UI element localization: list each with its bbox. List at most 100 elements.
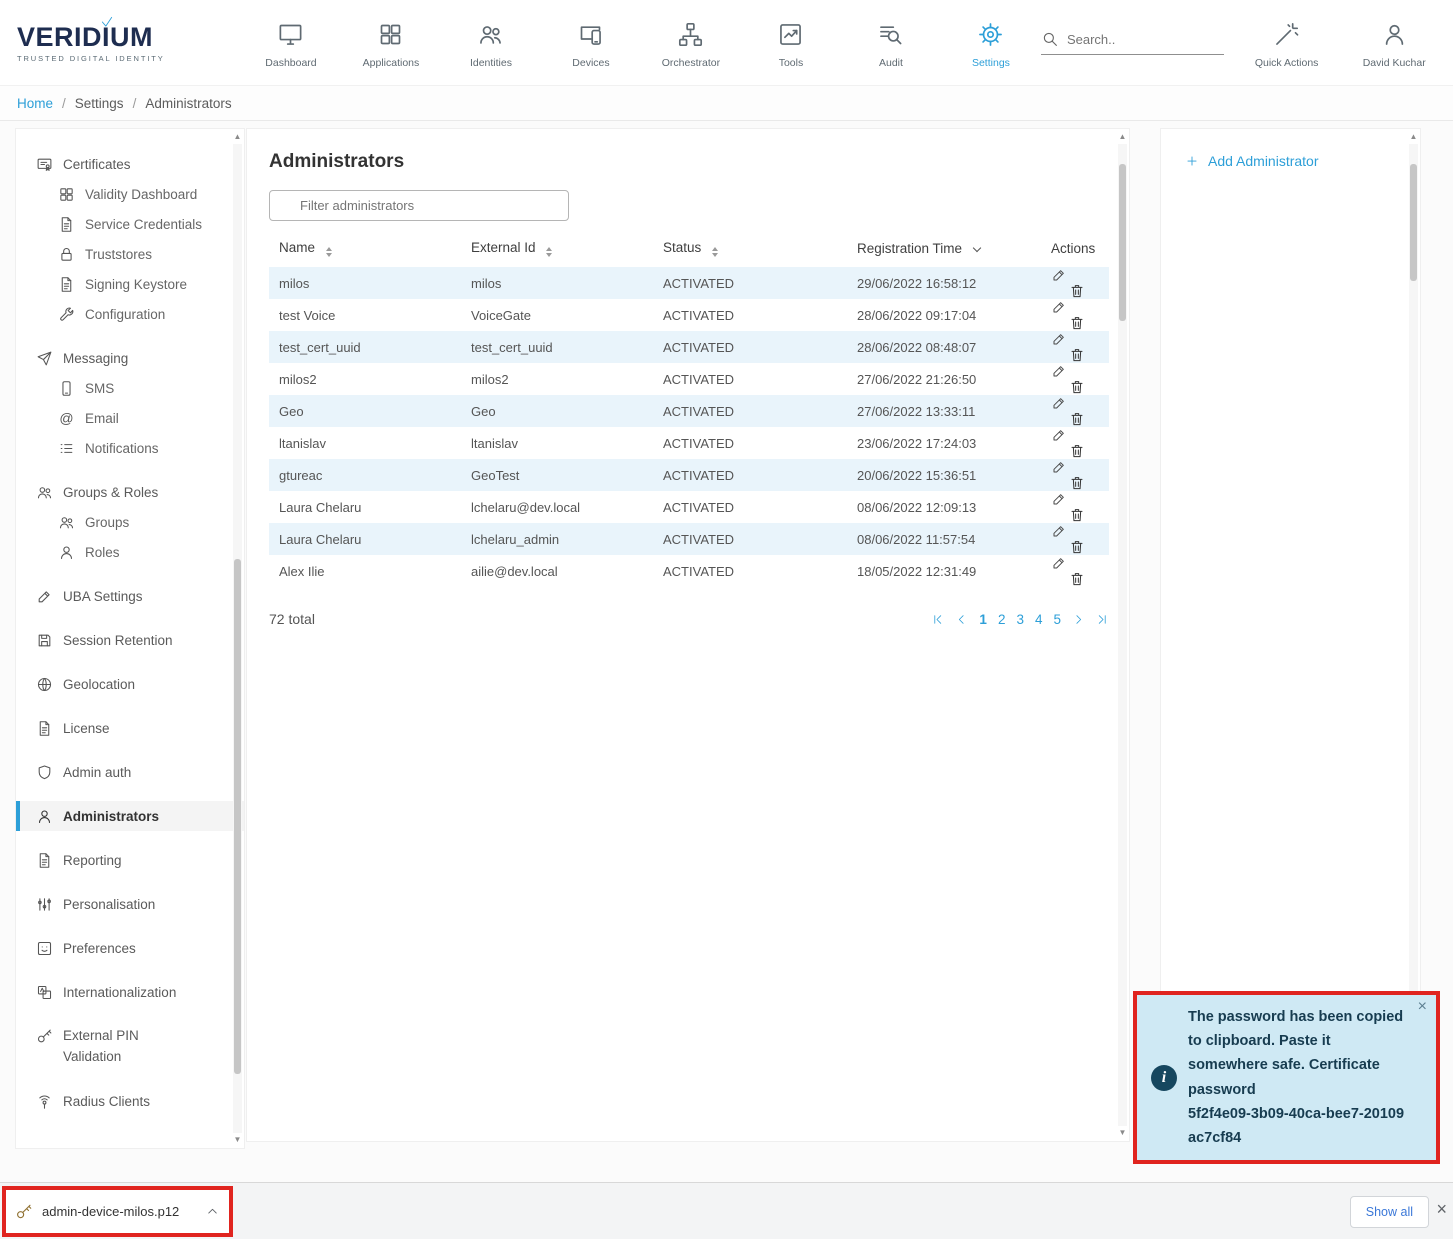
sidebar-item-radius-clients[interactable]: Radius Clients (16, 1087, 244, 1117)
sidebar-item-service-credentials[interactable]: Service Credentials (16, 209, 244, 239)
nav-item-tools[interactable]: Tools (741, 17, 841, 69)
scrollbar-thumb[interactable] (234, 559, 241, 1073)
scroll-up-icon[interactable]: ▲ (234, 132, 242, 142)
column-header-external-id[interactable]: External Id (461, 234, 653, 267)
scrollbar-track[interactable] (1118, 144, 1127, 1126)
user-menu[interactable]: David Kuchar (1349, 17, 1439, 69)
sidebar-item-internationalization[interactable]: Internationalization (16, 977, 244, 1007)
table-row[interactable]: Geo Geo ACTIVATED 27/06/2022 13:33:11 (269, 395, 1109, 427)
delete-trash-icon[interactable] (1069, 379, 1085, 395)
sidebar-scrollbar[interactable]: ▲ ▼ (232, 132, 243, 1145)
edit-pencil-icon[interactable] (1051, 427, 1067, 443)
nav-item-devices[interactable]: Devices (541, 17, 641, 69)
delete-trash-icon[interactable] (1069, 475, 1085, 491)
downloaded-file-chip[interactable]: admin-device-milos.p12 (2, 1186, 233, 1237)
breadcrumb-home[interactable]: Home (17, 96, 53, 111)
delete-trash-icon[interactable] (1069, 347, 1085, 363)
edit-pencil-icon[interactable] (1051, 395, 1067, 411)
sidebar-item-admin-auth[interactable]: Admin auth (16, 757, 244, 787)
sidebar-item-messaging[interactable]: Messaging (16, 343, 244, 373)
sidebar-item-email[interactable]: @ Email (16, 403, 244, 433)
page-number-3[interactable]: 3 (1016, 612, 1024, 627)
detail-panel-scrollbar[interactable]: ▲ ▼ (1408, 132, 1419, 1138)
last-page-icon[interactable] (1096, 613, 1109, 626)
sidebar-item-validity-dashboard[interactable]: Validity Dashboard (16, 179, 244, 209)
sidebar-item-sms[interactable]: SMS (16, 373, 244, 403)
delete-trash-icon[interactable] (1069, 539, 1085, 555)
previous-page-icon[interactable] (955, 613, 968, 626)
nav-item-identities[interactable]: Identities (441, 17, 541, 69)
nav-item-audit[interactable]: Audit (841, 17, 941, 69)
sidebar-item-groups[interactable]: Groups (16, 507, 244, 537)
edit-pencil-icon[interactable] (1051, 299, 1067, 315)
page-number-1[interactable]: 1 (979, 612, 987, 627)
nav-item-orchestrator[interactable]: Orchestrator (641, 17, 741, 69)
edit-pencil-icon[interactable] (1051, 555, 1067, 571)
edit-pencil-icon[interactable] (1051, 491, 1067, 507)
page-number-2[interactable]: 2 (998, 612, 1006, 627)
show-all-button[interactable]: Show all (1350, 1196, 1429, 1228)
sidebar-item-roles[interactable]: Roles (16, 537, 244, 567)
search-input[interactable] (1067, 32, 1217, 47)
edit-pencil-icon[interactable] (1051, 331, 1067, 347)
table-row[interactable]: ltanislav ltanislav ACTIVATED 23/06/2022… (269, 427, 1109, 459)
sidebar-item-personalisation[interactable]: Personalisation (16, 889, 244, 919)
scrollbar-track[interactable] (1409, 144, 1418, 1126)
sidebar-item-external-pin-validation[interactable]: External PIN Validation (16, 1021, 244, 1073)
edit-pencil-icon[interactable] (1051, 363, 1067, 379)
sidebar-item-license[interactable]: License (16, 713, 244, 743)
edit-pencil-icon[interactable] (1051, 267, 1067, 283)
edit-pencil-icon[interactable] (1051, 459, 1067, 475)
column-header-status[interactable]: Status (653, 234, 847, 267)
filter-administrators-input[interactable] (269, 190, 569, 221)
sidebar-item-configuration[interactable]: Configuration (16, 299, 244, 329)
sidebar-item-geolocation[interactable]: Geolocation (16, 669, 244, 699)
table-row[interactable]: gtureac GeoTest ACTIVATED 20/06/2022 15:… (269, 459, 1109, 491)
sidebar-item-session-retention[interactable]: Session Retention (16, 625, 244, 655)
nav-item-settings[interactable]: Settings (941, 17, 1041, 69)
sidebar-item-uba-settings[interactable]: UBA Settings (16, 581, 244, 611)
sidebar-item-preferences[interactable]: Preferences (16, 933, 244, 963)
quick-actions-button[interactable]: Quick Actions (1242, 17, 1332, 69)
delete-trash-icon[interactable] (1069, 571, 1085, 587)
delete-trash-icon[interactable] (1069, 283, 1085, 299)
table-row[interactable]: milos milos ACTIVATED 29/06/2022 16:58:1… (269, 267, 1109, 299)
nav-item-dashboard[interactable]: Dashboard (241, 17, 341, 69)
scrollbar-thumb[interactable] (1410, 164, 1417, 282)
table-row[interactable]: Laura Chelaru lchelaru_admin ACTIVATED 0… (269, 523, 1109, 555)
close-downloads-icon[interactable]: × (1436, 1199, 1447, 1220)
table-row[interactable]: Laura Chelaru lchelaru@dev.local ACTIVAT… (269, 491, 1109, 523)
delete-trash-icon[interactable] (1069, 315, 1085, 331)
edit-pencil-icon[interactable] (1051, 523, 1067, 539)
page-number-5[interactable]: 5 (1053, 612, 1061, 627)
sidebar-item-reporting[interactable]: Reporting (16, 845, 244, 875)
page-number-4[interactable]: 4 (1035, 612, 1043, 627)
first-page-icon[interactable] (931, 613, 944, 626)
sidebar-item-groups-roles[interactable]: Groups & Roles (16, 477, 244, 507)
sidebar-item-certificates[interactable]: Certificates (16, 149, 244, 179)
veridium-logo[interactable]: VERIDIUM TRUSTED DIGITAL IDENTITY (17, 22, 213, 63)
scroll-down-icon[interactable]: ▼ (1119, 1128, 1127, 1138)
scroll-up-icon[interactable]: ▲ (1119, 132, 1127, 142)
sidebar-item-truststores[interactable]: Truststores (16, 239, 244, 269)
add-administrator-button[interactable]: Add Administrator (1185, 153, 1420, 169)
nav-item-applications[interactable]: Applications (341, 17, 441, 69)
next-page-icon[interactable] (1072, 613, 1085, 626)
breadcrumb-settings[interactable]: Settings (75, 96, 124, 111)
delete-trash-icon[interactable] (1069, 507, 1085, 523)
scrollbar-track[interactable] (233, 144, 242, 1133)
sidebar-item-signing-keystore[interactable]: Signing Keystore (16, 269, 244, 299)
scrollbar-thumb[interactable] (1119, 164, 1126, 321)
scroll-up-icon[interactable]: ▲ (1410, 132, 1418, 142)
table-row[interactable]: Alex Ilie ailie@dev.local ACTIVATED 18/0… (269, 555, 1109, 587)
scroll-down-icon[interactable]: ▼ (234, 1135, 242, 1145)
chevron-up-icon[interactable] (205, 1204, 220, 1219)
main-scrollbar[interactable]: ▲ ▼ (1117, 132, 1128, 1138)
close-icon[interactable]: × (1418, 998, 1427, 1016)
delete-trash-icon[interactable] (1069, 411, 1085, 427)
table-row[interactable]: test Voice VoiceGate ACTIVATED 28/06/202… (269, 299, 1109, 331)
sidebar-item-notifications[interactable]: Notifications (16, 433, 244, 463)
column-header-registration-time[interactable]: Registration Time (847, 234, 1041, 267)
delete-trash-icon[interactable] (1069, 443, 1085, 459)
column-header-name[interactable]: Name (269, 234, 461, 267)
